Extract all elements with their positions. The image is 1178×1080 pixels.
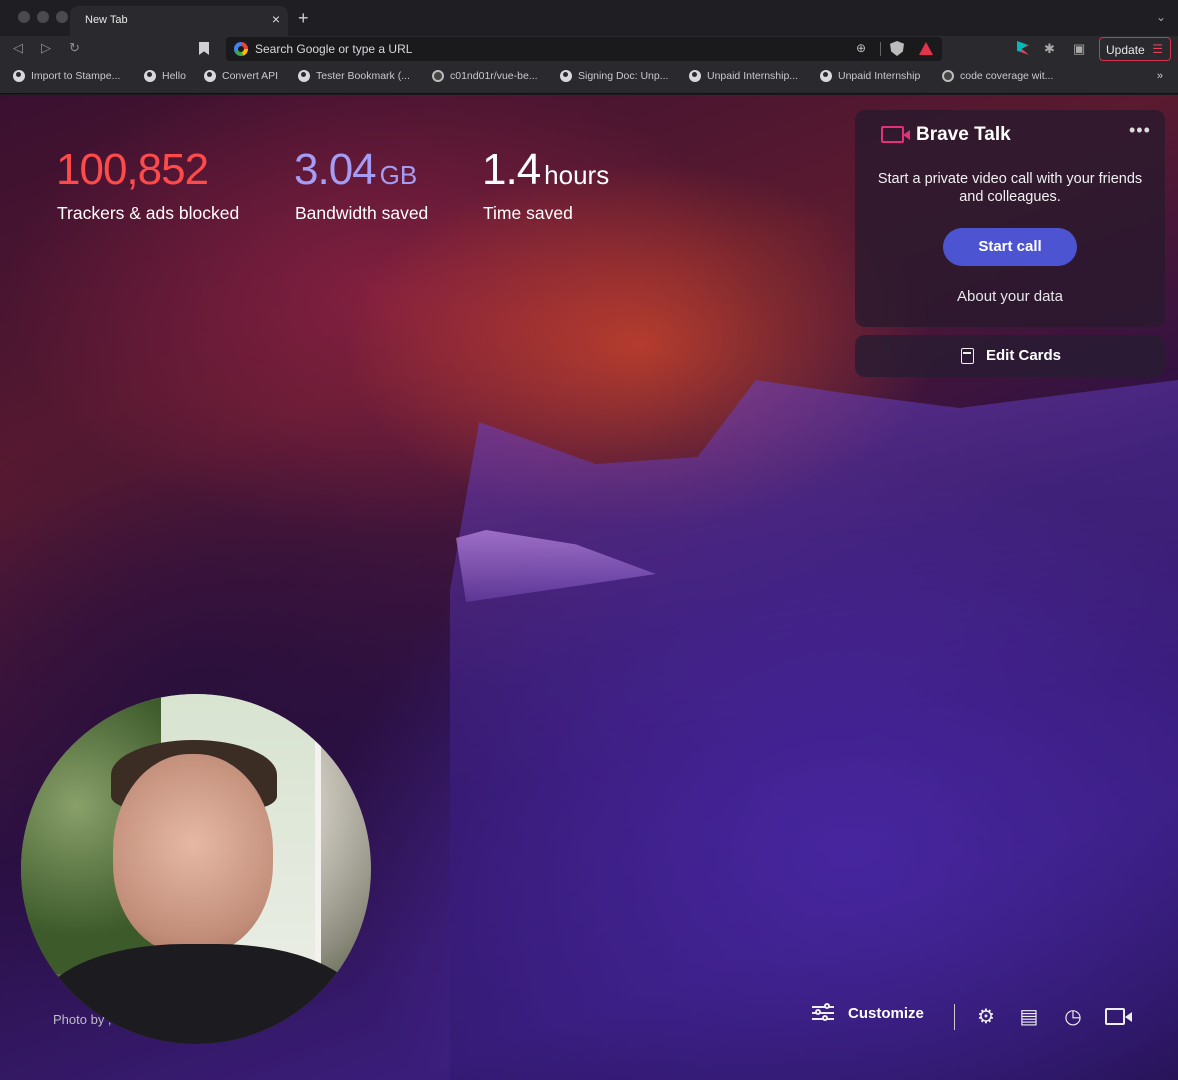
- bookmark-page-icon[interactable]: [199, 42, 209, 55]
- bookmark-label: c01nd01r/vue-be...: [450, 70, 538, 82]
- navigation-bar: ◁ ▷ ↻ Search Google or type a URL ⊕ ✱ ▣ …: [0, 36, 1178, 64]
- settings-gear-icon[interactable]: ⚙: [974, 1006, 998, 1028]
- bandwidth-label: Bandwidth saved: [295, 203, 429, 223]
- customize-button[interactable]: Customize: [812, 1003, 924, 1023]
- globe-icon: [689, 70, 701, 82]
- stat-trackers: 100,852 Trackers & ads blocked: [56, 145, 239, 223]
- history-icon[interactable]: ◷: [1061, 1006, 1085, 1028]
- tab-title: New Tab: [85, 14, 128, 26]
- maximize-window-button[interactable]: [56, 11, 68, 23]
- google-icon: [234, 42, 248, 56]
- edit-cards-label: Edit Cards: [986, 347, 1062, 364]
- stat-bandwidth: 3.04 GB Bandwidth saved: [294, 145, 428, 223]
- globe-icon: [13, 70, 25, 82]
- extensions-icon[interactable]: ✱: [1044, 41, 1055, 57]
- bookmark-label: Hello: [162, 70, 186, 82]
- address-bar[interactable]: Search Google or type a URL ⊕: [226, 37, 942, 61]
- time-value: 1.4: [482, 145, 541, 194]
- bookmarks-icon[interactable]: ▤: [1017, 1006, 1041, 1028]
- globe-icon: [144, 70, 156, 82]
- forward-icon[interactable]: ▷: [41, 40, 51, 56]
- zoom-icon[interactable]: ⊕: [856, 41, 866, 55]
- trackers-value: 100,852: [56, 145, 209, 194]
- brave-talk-card: Brave Talk ••• Start a private video cal…: [855, 110, 1165, 327]
- bookmark-label: Signing Doc: Unp...: [578, 70, 669, 82]
- photo-credit[interactable]: Photo by ,: [53, 1012, 112, 1027]
- globe-icon: [560, 70, 572, 82]
- time-unit: hours: [544, 160, 610, 190]
- close-tab-icon[interactable]: ×: [272, 11, 280, 27]
- more-bookmarks-chevron-icon[interactable]: »: [1157, 70, 1163, 82]
- github-icon: [942, 70, 954, 82]
- wallet-icon[interactable]: ▣: [1073, 41, 1085, 57]
- more-options-icon[interactable]: •••: [1129, 120, 1151, 141]
- address-bar-placeholder: Search Google or type a URL: [255, 42, 413, 56]
- globe-icon: [204, 70, 216, 82]
- bookmark-item[interactable]: Import to Stampe...: [13, 70, 120, 82]
- edit-cards-icon: [961, 348, 974, 364]
- bookmark-item[interactable]: c01nd01r/vue-be...: [432, 70, 538, 82]
- globe-icon: [298, 70, 310, 82]
- bookmark-item[interactable]: Unpaid Internship: [820, 70, 920, 82]
- video-camera-icon: [881, 126, 910, 143]
- brave-talk-camera-icon[interactable]: [1105, 1008, 1132, 1025]
- update-label: Update: [1106, 43, 1145, 57]
- new-tab-page: 100,852 Trackers & ads blocked 3.04 GB Ba…: [0, 95, 1178, 1080]
- footer-divider: [954, 1004, 955, 1030]
- update-button[interactable]: Update ☰: [1099, 37, 1171, 61]
- back-icon[interactable]: ◁: [13, 40, 23, 56]
- trackers-label: Trackers & ads blocked: [57, 203, 240, 223]
- reload-icon[interactable]: ↻: [69, 40, 80, 56]
- tab-new-tab[interactable]: New Tab ×: [70, 6, 288, 36]
- minimize-window-button[interactable]: [37, 11, 49, 23]
- bookmark-label: code coverage wit...: [960, 70, 1054, 82]
- bookmark-label: Import to Stampe...: [31, 70, 121, 82]
- title-bar: New Tab × + ⌄: [0, 0, 1178, 36]
- bookmark-item[interactable]: Convert API: [204, 70, 278, 82]
- bookmark-label: Unpaid Internship...: [707, 70, 799, 82]
- bookmark-item[interactable]: code coverage wit...: [942, 70, 1053, 82]
- background-rock-ridge: [450, 380, 1178, 1080]
- customize-label: Customize: [848, 1004, 924, 1022]
- browser-chrome: New Tab × + ⌄ ◁ ▷ ↻ Search Google or typ…: [0, 0, 1178, 94]
- github-icon: [432, 70, 444, 82]
- bookmark-label: Convert API: [222, 70, 279, 82]
- close-window-button[interactable]: [18, 11, 30, 23]
- bookmarks-bar: Import to Stampe... Hello Convert API Te…: [0, 64, 1178, 90]
- brave-shields-icon[interactable]: [890, 41, 904, 56]
- tab-list-chevron-icon[interactable]: ⌄: [1156, 10, 1166, 24]
- bookmark-label: Unpaid Internship: [838, 70, 921, 82]
- brave-talk-title: Brave Talk: [916, 124, 1011, 145]
- menu-icon: ☰: [1152, 42, 1163, 56]
- bookmark-label: Tester Bookmark (...: [316, 70, 410, 82]
- about-your-data-link[interactable]: About your data: [855, 288, 1165, 305]
- brave-talk-description: Start a private video call with your fri…: [877, 171, 1143, 205]
- edit-cards-button[interactable]: Edit Cards: [855, 335, 1165, 377]
- sync-extension-icon[interactable]: [1017, 41, 1029, 55]
- globe-icon: [820, 70, 832, 82]
- start-call-button[interactable]: Start call: [943, 228, 1077, 266]
- address-bar-divider: [880, 42, 881, 56]
- bookmark-item[interactable]: Hello: [144, 70, 186, 82]
- bookmark-item[interactable]: Tester Bookmark (...: [298, 70, 410, 82]
- webcam-person-face: [113, 754, 273, 954]
- bandwidth-unit: GB: [379, 160, 418, 190]
- sliders-icon: [812, 1003, 834, 1023]
- bookmark-item[interactable]: Signing Doc: Unp...: [560, 70, 668, 82]
- time-label: Time saved: [483, 203, 573, 223]
- stat-time: 1.4 hours Time saved: [482, 145, 610, 223]
- bookmark-item[interactable]: Unpaid Internship...: [689, 70, 798, 82]
- bandwidth-value: 3.04: [294, 145, 377, 194]
- webcam-video-bubble[interactable]: [21, 694, 371, 1044]
- new-tab-button[interactable]: +: [298, 8, 309, 29]
- brave-rewards-icon[interactable]: [919, 42, 933, 55]
